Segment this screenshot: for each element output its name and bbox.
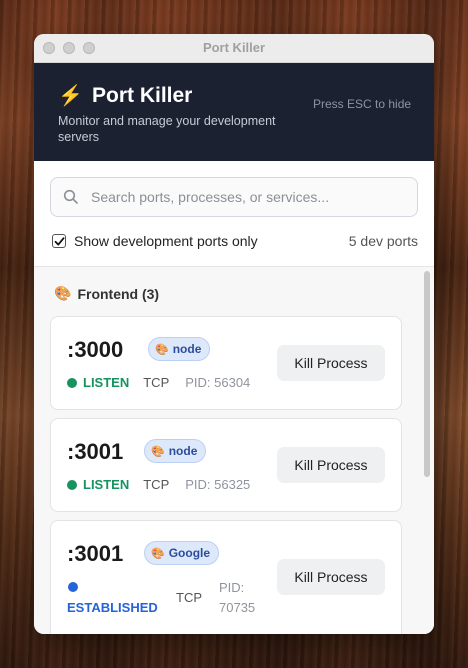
dev-port-count: 5 dev ports [348,233,418,249]
search-input[interactable] [91,189,417,205]
window-titlebar[interactable]: Port Killer [34,34,434,63]
dev-ports-label: Show development ports only [74,233,258,249]
status-dot-icon [68,582,78,592]
palette-icon: 🎨 [155,343,169,356]
process-name: node [168,444,198,458]
status-text: ESTABLISHED [67,600,158,615]
port-card: :3001 🎨 node LISTEN TCP PID: 56325 Kill … [50,418,402,512]
group-header-frontend: 🎨 Frontend (3) [54,285,159,302]
group-label: Frontend (3) [77,285,160,302]
pid-label: PID: [219,580,245,595]
port-card: :3001 🎨 Google ESTABLISHED TCP PID: 7073… [50,520,402,634]
protocol-text: TCP [143,375,170,390]
palette-icon: 🎨 [54,285,72,301]
status-text: LISTEN [83,375,130,390]
list-scrollbar[interactable] [424,271,430,477]
port-meta: LISTEN TCP PID: 56304 [67,375,250,390]
lightning-bolt-icon: ⚡ [58,85,83,107]
filter-row: Show development ports only 5 dev ports [34,217,434,251]
app-subtitle: Monitor and manage your development serv… [58,114,276,144]
pid-text: PID: 56304 [185,375,251,390]
app-window: Port Killer ⚡ Port Killer Monitor and ma… [34,34,434,634]
dev-ports-checkbox[interactable] [52,234,66,248]
port-card: :3000 🎨 node LISTEN TCP PID: 56304 Kill … [50,316,402,410]
process-name: node [172,342,202,356]
status-dot-icon [67,377,77,388]
protocol-text: TCP [143,477,170,492]
search-icon [51,189,91,205]
kill-process-button[interactable]: Kill Process [277,447,385,483]
protocol-text: TCP [176,590,202,605]
pid-value: 70735 [219,600,256,615]
port-number: :3000 [67,337,124,362]
process-tag: 🎨 node [148,337,211,361]
process-tag: 🎨 node [144,439,207,463]
port-meta: LISTEN TCP PID: 56325 [67,477,250,492]
kill-process-button[interactable]: Kill Process [277,559,385,595]
process-name: Google [168,546,211,560]
checkmark-icon [54,236,64,245]
status-text: LISTEN [83,477,130,492]
esc-hint: Press ESC to hide [313,97,412,111]
status-dot-icon [67,479,77,490]
app-header: ⚡ Port Killer Monitor and manage your de… [34,63,434,161]
kill-process-button[interactable]: Kill Process [277,345,385,381]
search-area [34,161,434,217]
palette-icon: 🎨 [151,445,165,458]
port-list[interactable]: 🎨 Frontend (3) :3000 🎨 node LISTEN TCP P… [34,266,434,634]
search-box[interactable] [50,177,418,217]
pid-text: PID: 56325 [185,477,251,492]
port-number: :3001 [67,541,124,566]
app-title: Port Killer [92,84,193,107]
dev-ports-filter[interactable]: Show development ports only [52,233,258,249]
port-number: :3001 [67,439,124,464]
window-title: Port Killer [202,40,266,55]
process-tag: 🎨 Google [144,541,220,565]
palette-icon: 🎨 [151,547,165,560]
